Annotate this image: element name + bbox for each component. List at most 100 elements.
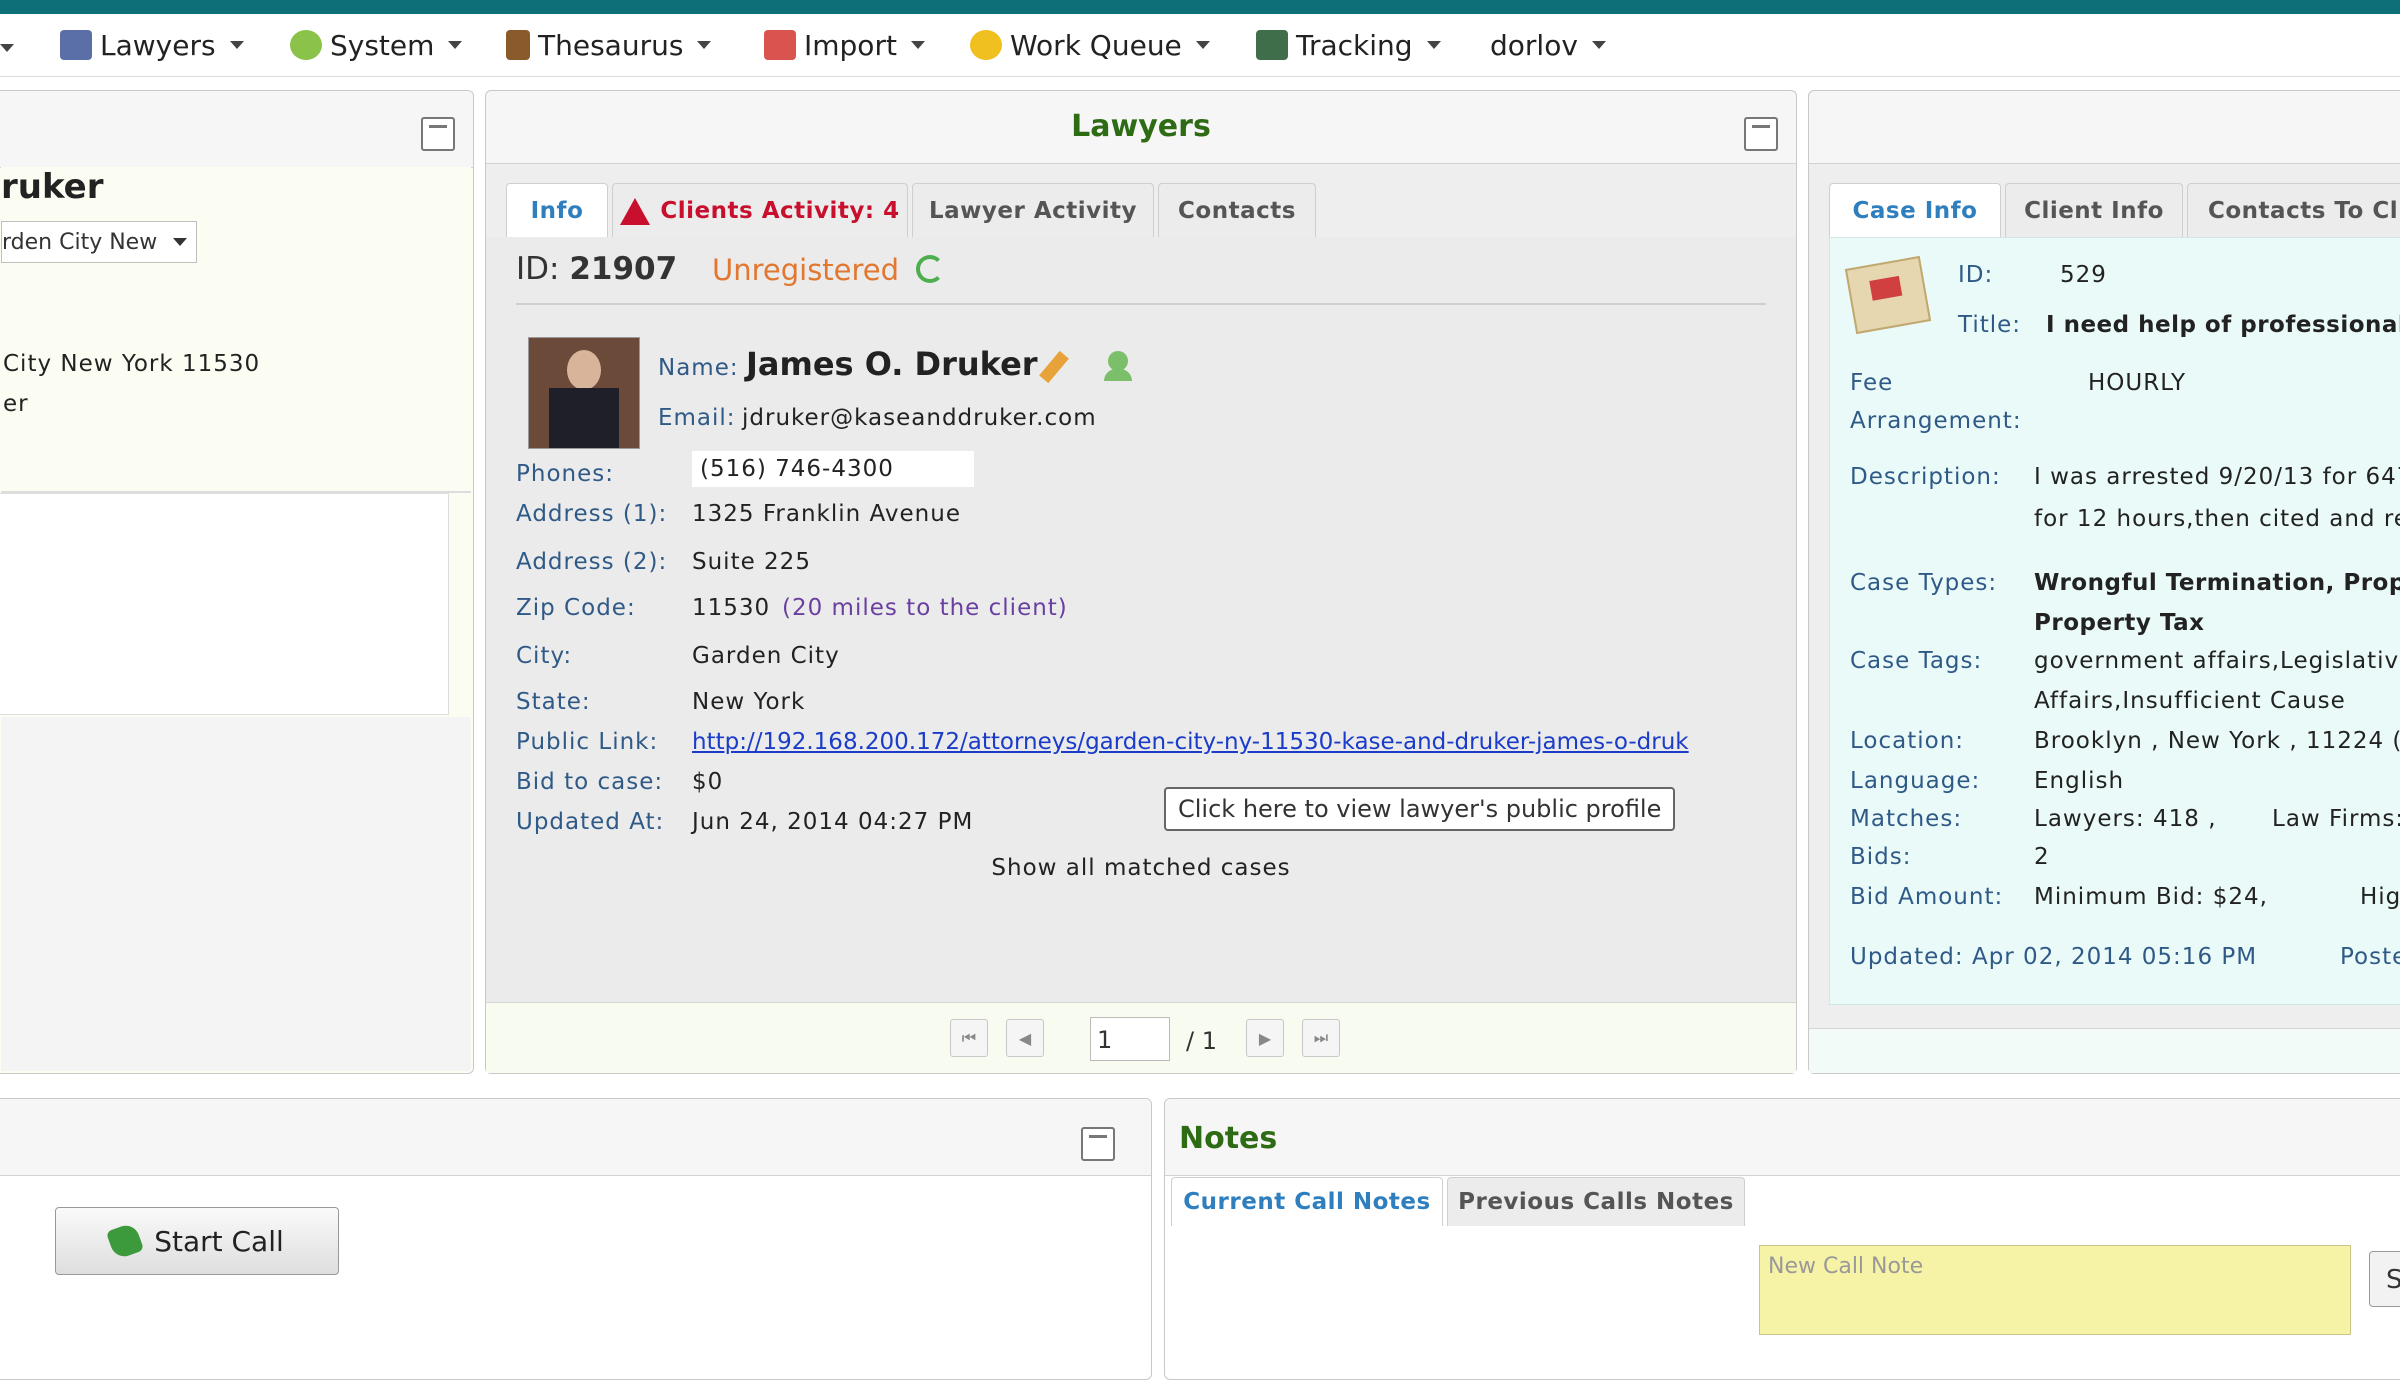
menu-system[interactable]: System (290, 28, 463, 62)
name-label: Name: (658, 355, 739, 381)
tab-contacts-to-client[interactable]: Contacts To Clie (2187, 183, 2400, 238)
case-info-body: ID: 529 P Title: I need help of professi… (1829, 237, 2400, 1005)
tab-lawyer-activity-label: Lawyer Activity (928, 198, 1138, 224)
lawyer-photo (528, 337, 640, 449)
first-page-icon[interactable]: ⏮ (950, 1019, 988, 1057)
menu-user[interactable]: dorlov (1490, 28, 1606, 62)
case-types-label: Case Types: (1850, 570, 1998, 596)
tab-info-label: Info (530, 198, 584, 224)
case-title-label: Title: (1958, 312, 2022, 338)
city-select-value: rden City New (2, 229, 158, 255)
tab-current-call-notes-label: Current Call Notes (1183, 1189, 1431, 1215)
left-line2: er (3, 391, 29, 417)
city-label: City: (516, 643, 573, 669)
zip-label: Zip Code: (516, 595, 636, 621)
show-all-matched-cases[interactable]: Show all matched cases (486, 855, 1796, 881)
bids-value: 2 (2034, 844, 2050, 870)
bid-amount-value: Minimum Bid: $24, (2034, 884, 2268, 910)
chevron-down-icon (1195, 41, 1210, 49)
bid-amount-label: Bid Amount: (1850, 884, 2004, 910)
next-page-icon[interactable]: ▶ (1246, 1019, 1284, 1057)
menu-tracking-label: Tracking (1296, 28, 1413, 62)
public-profile-tooltip: Click here to view lawyer's public profi… (1164, 787, 1676, 831)
chevron-down-icon (173, 238, 188, 246)
refresh-icon[interactable] (916, 255, 944, 283)
email-value: jdruker@kaseanddruker.com (742, 405, 1097, 431)
minimize-icon[interactable] (421, 117, 455, 151)
menu-import[interactable]: Import (764, 28, 925, 62)
left-notes-box (0, 493, 449, 715)
left-address: City New York 11530 (3, 351, 261, 377)
tab-previous-calls-notes[interactable]: Previous Calls Notes (1447, 1177, 1745, 1226)
city-value: Garden City (692, 643, 840, 669)
lawyer-id: ID: 21907 (516, 251, 677, 287)
tab-contacts[interactable]: Contacts (1158, 183, 1316, 238)
tab-case-info[interactable]: Case Info (1829, 183, 2001, 238)
lawyer-id-value: 21907 (569, 251, 678, 287)
address1-label: Address (1): (516, 501, 668, 527)
bids-label: Bids: (1850, 844, 1912, 870)
tab-current-call-notes[interactable]: Current Call Notes (1171, 1177, 1443, 1226)
lawyers-panel: Lawyers Info Clients Activity: 4 Lawyer … (485, 90, 1797, 1074)
phone-value[interactable]: (516) 746-4300 (692, 451, 974, 487)
left-lawyer-name: ruker (1, 167, 104, 207)
fee-arrangement-label: Arrangement: (1850, 408, 2022, 434)
case-panel: Case Info Client Info Contacts To Clie I… (1808, 90, 2400, 1074)
menu-thesaurus[interactable]: Thesaurus (506, 28, 712, 62)
menu-import-label: Import (804, 28, 897, 62)
tab-client-info[interactable]: Client Info (2005, 183, 2183, 238)
menu-user-label: dorlov (1490, 28, 1578, 62)
city-select[interactable]: rden City New (1, 221, 197, 263)
bid-label: Bid to case: (516, 769, 664, 795)
notes-title: Notes (1179, 1121, 1278, 1156)
menu-tracking[interactable]: Tracking (1256, 28, 1441, 62)
minimize-icon[interactable] (1081, 1127, 1115, 1161)
start-call-button[interactable]: Start Call (55, 1207, 339, 1275)
address1-value: 1325 Franklin Avenue (692, 501, 961, 527)
address2-value: Suite 225 (692, 549, 811, 575)
tab-info[interactable]: Info (506, 183, 608, 238)
prev-page-icon[interactable]: ◀ (1006, 1019, 1044, 1057)
chevron-down-icon (1591, 41, 1606, 49)
tab-clients-activity-label: Clients Activity: 4 (660, 198, 900, 224)
photo-face (567, 350, 601, 390)
menu-thesaurus-label: Thesaurus (538, 28, 684, 62)
tab-contacts-label: Contacts (1178, 198, 1296, 224)
lawyers-panel-title: Lawyers (1071, 109, 1211, 144)
case-tags-line1: government affairs,Legislative (2034, 648, 2400, 674)
bid-value: $0 (692, 769, 724, 795)
left-panel: ruker rden City New City New York 11530 … (0, 90, 474, 1074)
main-menu-bar: Lawyers System Thesaurus Import Work Que… (0, 14, 2400, 77)
chevron-down-icon (229, 41, 244, 49)
chevron-down-icon (1426, 41, 1441, 49)
top-accent-bar (0, 0, 2400, 14)
tab-clients-activity[interactable]: Clients Activity: 4 (612, 183, 908, 238)
menu-work-queue-label: Work Queue (1010, 28, 1182, 62)
monitor-icon (1256, 30, 1288, 60)
book-icon (506, 30, 530, 60)
chevron-down-icon (697, 41, 712, 49)
case-tags-label: Case Tags: (1850, 648, 1983, 674)
updated-value: Jun 24, 2014 04:27 PM (692, 809, 974, 835)
left-panel-footer (1, 717, 471, 1071)
menu-work-queue[interactable]: Work Queue (970, 28, 1210, 62)
state-value: New York (692, 689, 806, 715)
case-icon (1844, 255, 1932, 335)
warning-icon (620, 197, 651, 225)
tab-client-info-label: Client Info (2024, 198, 2164, 224)
minimize-icon[interactable] (1744, 117, 1778, 151)
tab-lawyer-activity[interactable]: Lawyer Activity (912, 183, 1154, 238)
user-icon[interactable] (1108, 351, 1128, 371)
menu-caret-icon[interactable] (0, 44, 14, 52)
page-input[interactable]: 1 (1090, 1017, 1170, 1061)
tab-case-info-label: Case Info (1852, 198, 1978, 224)
public-link[interactable]: http://192.168.200.172/attorneys/garden-… (692, 729, 1774, 755)
new-call-note-input[interactable]: New Call Note (1759, 1245, 2351, 1335)
menu-lawyers[interactable]: Lawyers (60, 28, 244, 62)
menu-lawyers-label: Lawyers (100, 28, 216, 62)
edit-pencil-icon[interactable] (1039, 350, 1069, 384)
last-page-icon[interactable]: ⏭ (1302, 1019, 1340, 1057)
save-note-button[interactable]: S (2369, 1251, 2400, 1307)
description-line2: for 12 hours,then cited and rel (2034, 506, 2400, 532)
menu-system-label: System (330, 28, 435, 62)
